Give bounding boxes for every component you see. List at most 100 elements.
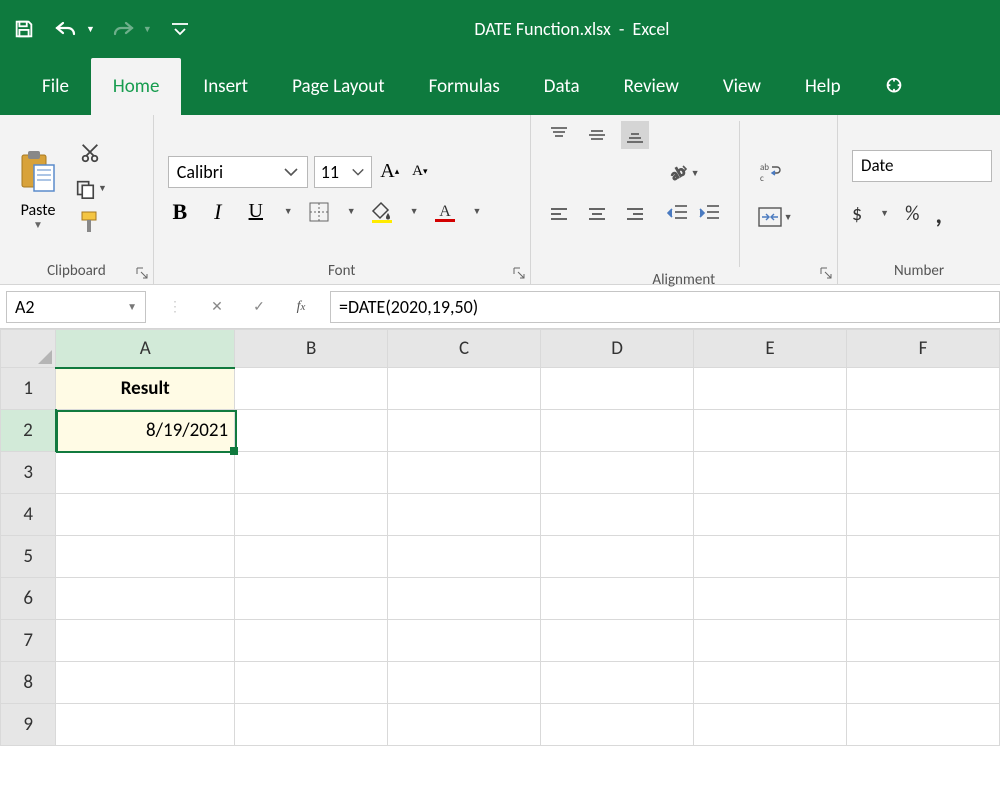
fill-dropdown[interactable]: ▼ (410, 206, 419, 217)
cell[interactable] (541, 410, 694, 452)
cell[interactable] (847, 536, 1000, 578)
cell[interactable] (694, 452, 847, 494)
underline-button[interactable]: U (244, 200, 268, 224)
cell[interactable] (56, 578, 235, 620)
cell-a1[interactable]: Result (56, 368, 235, 410)
undo-icon[interactable] (52, 15, 80, 43)
accounting-format-icon[interactable]: $ (852, 202, 862, 226)
row-header-1[interactable]: 1 (1, 368, 56, 410)
bold-button[interactable]: B (168, 200, 192, 224)
orientation-icon[interactable]: ab▼ (667, 162, 721, 184)
cell[interactable] (388, 536, 541, 578)
cell[interactable] (847, 494, 1000, 536)
cancel-formula-icon[interactable]: ✕ (206, 296, 228, 318)
col-header-a[interactable]: A (56, 330, 235, 368)
number-format-select[interactable]: Date (852, 150, 992, 182)
font-dialog-launcher[interactable] (512, 266, 526, 280)
cell[interactable] (694, 662, 847, 704)
cell[interactable] (847, 452, 1000, 494)
tab-view[interactable]: View (701, 58, 783, 115)
cell[interactable] (56, 452, 235, 494)
cell[interactable] (388, 620, 541, 662)
row-header-8[interactable]: 8 (1, 662, 56, 704)
tab-review[interactable]: Review (602, 58, 701, 115)
undo-dropdown[interactable]: ▼ (86, 24, 95, 35)
cell[interactable] (847, 368, 1000, 410)
row-header-4[interactable]: 4 (1, 494, 56, 536)
cell[interactable] (694, 368, 847, 410)
underline-dropdown[interactable]: ▼ (284, 206, 293, 217)
save-icon[interactable] (10, 15, 38, 43)
decrease-font-icon[interactable]: A▾ (408, 160, 432, 184)
cell[interactable] (847, 620, 1000, 662)
accounting-dropdown[interactable]: ▼ (880, 208, 889, 219)
cell[interactable] (388, 452, 541, 494)
select-all-button[interactable] (1, 330, 56, 368)
tab-insert[interactable]: Insert (181, 58, 270, 115)
fill-color-icon[interactable] (370, 200, 394, 224)
cell[interactable] (235, 536, 388, 578)
cell[interactable] (847, 410, 1000, 452)
row-header-5[interactable]: 5 (1, 536, 56, 578)
borders-icon[interactable] (307, 200, 331, 224)
tab-help[interactable]: Help (783, 58, 863, 115)
cell[interactable] (694, 536, 847, 578)
qat-customize-icon[interactable] (166, 15, 194, 43)
cell[interactable] (388, 410, 541, 452)
cell[interactable] (235, 410, 388, 452)
cell[interactable] (694, 578, 847, 620)
tab-page-layout[interactable]: Page Layout (270, 58, 407, 115)
borders-dropdown[interactable]: ▼ (347, 206, 356, 217)
cell[interactable] (235, 578, 388, 620)
row-header-2[interactable]: 2 (1, 410, 56, 452)
cell[interactable] (694, 410, 847, 452)
align-right-icon[interactable] (621, 201, 649, 229)
cell[interactable] (388, 578, 541, 620)
align-center-icon[interactable] (583, 201, 611, 229)
cell[interactable] (235, 452, 388, 494)
cell[interactable] (541, 368, 694, 410)
cell[interactable] (388, 494, 541, 536)
row-header-3[interactable]: 3 (1, 452, 56, 494)
cell[interactable] (541, 662, 694, 704)
cell[interactable] (541, 704, 694, 746)
tab-formulas[interactable]: Formulas (407, 58, 522, 115)
merge-center-icon[interactable]: ▼ (758, 207, 793, 227)
cell[interactable] (56, 620, 235, 662)
cell[interactable] (541, 620, 694, 662)
col-header-c[interactable]: C (388, 330, 541, 368)
cell[interactable] (388, 662, 541, 704)
cell[interactable] (541, 494, 694, 536)
align-middle-icon[interactable] (583, 121, 611, 149)
cell[interactable] (235, 662, 388, 704)
row-header-7[interactable]: 7 (1, 620, 56, 662)
decrease-indent-icon[interactable] (667, 204, 689, 226)
col-header-e[interactable]: E (694, 330, 847, 368)
col-header-d[interactable]: D (541, 330, 694, 368)
font-size-select[interactable]: 11 (314, 156, 372, 188)
cell[interactable] (694, 620, 847, 662)
cell[interactable] (235, 620, 388, 662)
increase-indent-icon[interactable] (699, 204, 721, 226)
cell[interactable] (694, 704, 847, 746)
cell[interactable] (541, 578, 694, 620)
tell-me-icon[interactable] (883, 58, 905, 115)
cell[interactable] (847, 578, 1000, 620)
fill-handle[interactable] (230, 447, 238, 455)
percent-format-icon[interactable]: % (905, 202, 919, 226)
cell[interactable] (56, 662, 235, 704)
tab-file[interactable]: File (20, 58, 91, 115)
comma-format-icon[interactable]: , (935, 198, 942, 230)
tab-data[interactable]: Data (522, 58, 602, 115)
alignment-dialog-launcher[interactable] (819, 266, 833, 280)
clipboard-dialog-launcher[interactable] (135, 266, 149, 280)
paste-dropdown[interactable]: ▼ (33, 218, 43, 231)
formula-bar[interactable]: =DATE(2020,19,50) (330, 291, 1000, 323)
cell[interactable] (694, 494, 847, 536)
cell[interactable] (388, 368, 541, 410)
cell[interactable] (235, 494, 388, 536)
fx-icon[interactable]: fx (290, 296, 312, 318)
format-painter-icon[interactable] (78, 210, 102, 238)
cell[interactable] (235, 704, 388, 746)
cell[interactable] (847, 704, 1000, 746)
